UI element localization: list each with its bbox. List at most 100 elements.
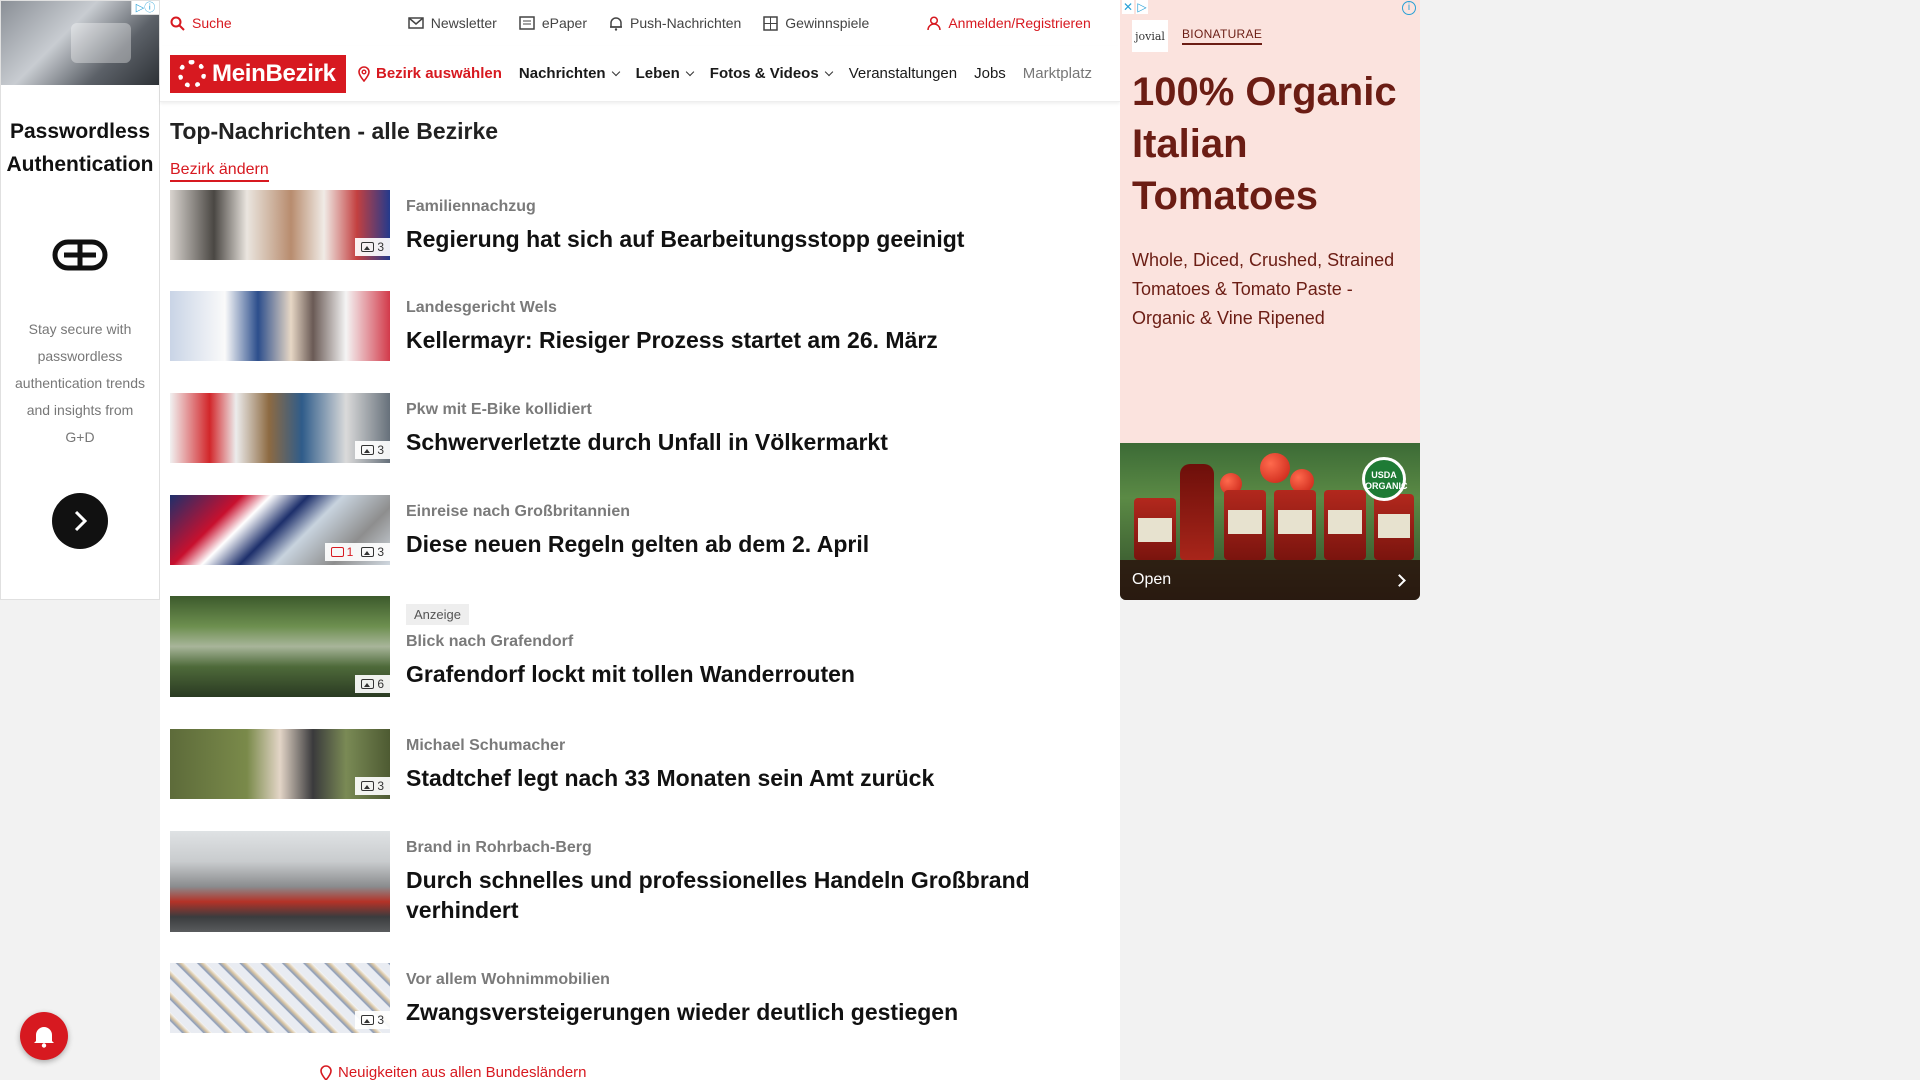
- tomato-shape: [1260, 453, 1290, 483]
- right-ad-banner[interactable]: ✕ ▷ i jovial BIONATURAE 100% Organic Ital…: [1120, 0, 1420, 600]
- info-icon[interactable]: i: [1402, 1, 1416, 15]
- article-thumbnail[interactable]: 3: [170, 963, 390, 1033]
- login-link[interactable]: Anmelden/Registrieren: [927, 15, 1091, 31]
- push-label: Push-Nachrichten: [630, 15, 742, 31]
- comment-count: 1: [330, 545, 353, 559]
- article-headline[interactable]: Kellermayr: Riesiger Prozess startet am …: [406, 325, 938, 355]
- jovial-logo: jovial: [1132, 20, 1168, 52]
- ad-brand-row: jovial BIONATURAE: [1132, 20, 1420, 52]
- usda-organic-seal: USDA ORGANIC: [1362, 457, 1408, 501]
- search-link[interactable]: Suche: [170, 15, 232, 31]
- ad-product-image[interactable]: USDA ORGANIC Open: [1120, 443, 1420, 600]
- article-item[interactable]: Landesgericht Wels Kellermayr: Riesiger …: [170, 291, 1120, 393]
- article-headline[interactable]: Grafendorf lockt mit tollen Wanderrouten: [406, 659, 855, 689]
- image-icon: [361, 242, 375, 252]
- article-thumbnail[interactable]: 6: [170, 596, 390, 697]
- bottom-link-label: Neuigkeiten aus allen Bundesländern: [338, 1064, 587, 1080]
- article-thumbnail[interactable]: [170, 291, 390, 361]
- adchoices-icon[interactable]: ▷: [1136, 0, 1148, 14]
- region-selector[interactable]: Bezirk auswählen: [358, 65, 502, 82]
- chevron-down-icon: [611, 67, 620, 76]
- nav-leben[interactable]: Leben: [636, 65, 695, 82]
- adchoices-icon[interactable]: ▷ⓘ: [131, 1, 159, 15]
- gewinnspiele-label: Gewinnspiele: [785, 15, 870, 31]
- nav-nachrichten[interactable]: Nachrichten: [519, 65, 620, 82]
- nav-label: Jobs: [974, 65, 1006, 82]
- epaper-label: ePaper: [541, 15, 587, 31]
- article-item[interactable]: 3 Michael Schumacher Stadtchef legt nach…: [170, 729, 1120, 831]
- image-icon: [361, 547, 375, 557]
- chevron-right-icon: [1393, 573, 1406, 587]
- article-item[interactable]: Brand in Rohrbach-Berg Durch schnelles u…: [170, 831, 1120, 963]
- ad-badge: Anzeige: [406, 604, 469, 625]
- media-counts: 1 3: [324, 543, 390, 561]
- left-ad-banner[interactable]: ▷ⓘ Passwordless Authentication Stay secu…: [0, 0, 160, 600]
- article-thumbnail[interactable]: 3: [170, 190, 390, 260]
- all-states-news-link[interactable]: Neuigkeiten aus allen Bundesländern: [320, 1064, 587, 1080]
- login-label: Anmelden/Registrieren: [948, 15, 1091, 31]
- search-icon: [170, 16, 185, 31]
- article-thumbnail[interactable]: 3: [170, 729, 390, 799]
- nav-label: Veranstaltungen: [848, 65, 958, 82]
- newspaper-icon: [519, 16, 535, 30]
- nav-jobs[interactable]: Jobs: [974, 65, 1006, 82]
- jar-shape: [1374, 494, 1414, 560]
- ad-title: Passwordless Authentication: [6, 120, 154, 176]
- push-link[interactable]: Push-Nachrichten: [609, 15, 741, 31]
- chevron-right-icon: [74, 510, 88, 532]
- gewinnspiele-link[interactable]: Gewinnspiele: [763, 15, 869, 31]
- article-item[interactable]: 3 Pkw mit E-Bike kollidiert Schwerverlet…: [170, 393, 1120, 495]
- nav-veranstaltungen[interactable]: Veranstaltungen: [849, 65, 957, 82]
- gift-icon: [763, 15, 779, 31]
- article-item[interactable]: 3 Familiennachzug Regierung hat sich auf…: [170, 190, 1120, 291]
- ad-controls[interactable]: ✕ ▷: [1122, 0, 1148, 14]
- article-kicker: Pkw mit E-Bike kollidiert: [406, 401, 592, 418]
- change-region-link[interactable]: Bezirk ändern: [170, 161, 269, 182]
- article-kicker: Einreise nach Großbritannien: [406, 503, 631, 520]
- meinbezirk-logo[interactable]: MeinBezirk: [170, 54, 346, 93]
- epaper-link[interactable]: ePaper: [519, 15, 587, 31]
- ad-subtext: Whole, Diced, Crushed, Strained Tomatoes…: [1132, 250, 1395, 328]
- nav-fotos-videos[interactable]: Fotos & Videos: [710, 65, 833, 82]
- article-thumbnail[interactable]: 1 3: [170, 495, 390, 565]
- article-item-sponsored[interactable]: 6 Anzeige Blick nach Grafendorf Grafendo…: [170, 596, 1120, 729]
- article-headline[interactable]: Zwangsversteigerungen wieder deutlich ge…: [406, 997, 958, 1027]
- ad-headline: 100% Organic Italian Tomatoes: [1132, 70, 1397, 218]
- image-icon: [361, 781, 375, 791]
- media-counts: 3: [355, 238, 390, 256]
- ad-go-button[interactable]: [52, 493, 108, 549]
- article-headline[interactable]: Durch schnelles und professionelles Hand…: [406, 865, 1066, 925]
- media-counts: 6: [355, 675, 390, 693]
- main-navigation: MeinBezirk Bezirk auswählen Nachrichten …: [160, 46, 1120, 102]
- news-content: Top-Nachrichten - alle Bezirke Bezirk än…: [160, 118, 1120, 1053]
- close-icon[interactable]: ✕: [1122, 0, 1134, 14]
- comment-icon: [330, 547, 344, 557]
- article-item[interactable]: 1 3 Einreise nach Großbritannien Diese n…: [170, 495, 1120, 596]
- location-pin-icon: [320, 1064, 332, 1080]
- article-thumbnail[interactable]: 3: [170, 393, 390, 463]
- search-label: Suche: [192, 15, 232, 31]
- article-thumbnail[interactable]: [170, 831, 390, 932]
- article-item[interactable]: 3 Vor allem Wohnimmobilien Zwangsverstei…: [170, 963, 1120, 1053]
- bottle-shape: [1180, 464, 1214, 560]
- chevron-down-icon: [824, 67, 833, 76]
- article-kicker: Vor allem Wohnimmobilien: [406, 971, 610, 988]
- article-headline[interactable]: Stadtchef legt nach 33 Monaten sein Amt …: [406, 763, 934, 793]
- article-kicker: Brand in Rohrbach-Berg: [406, 839, 592, 856]
- open-button[interactable]: Open: [1120, 560, 1420, 600]
- jar-shape: [1134, 498, 1176, 560]
- media-counts: 3: [355, 1011, 390, 1029]
- notification-bell-button[interactable]: [20, 1012, 68, 1060]
- nav-label: Marktplatz: [1022, 65, 1092, 82]
- nav-marktplatz[interactable]: Marktplatz: [1023, 65, 1092, 82]
- article-headline[interactable]: Diese neuen Regeln gelten ab dem 2. Apri…: [406, 529, 869, 559]
- article-headline[interactable]: Schwerverletzte durch Unfall in Völkerma…: [406, 427, 888, 457]
- image-count: 3: [361, 443, 384, 457]
- media-counts: 3: [355, 441, 390, 459]
- gd-logo-icon: [52, 239, 108, 271]
- image-count: 3: [361, 1013, 384, 1027]
- open-label: Open: [1132, 571, 1172, 588]
- newsletter-link[interactable]: Newsletter: [407, 15, 497, 31]
- article-kicker: Familiennachzug: [406, 198, 536, 215]
- article-headline[interactable]: Regierung hat sich auf Bearbeitungsstopp…: [406, 224, 964, 254]
